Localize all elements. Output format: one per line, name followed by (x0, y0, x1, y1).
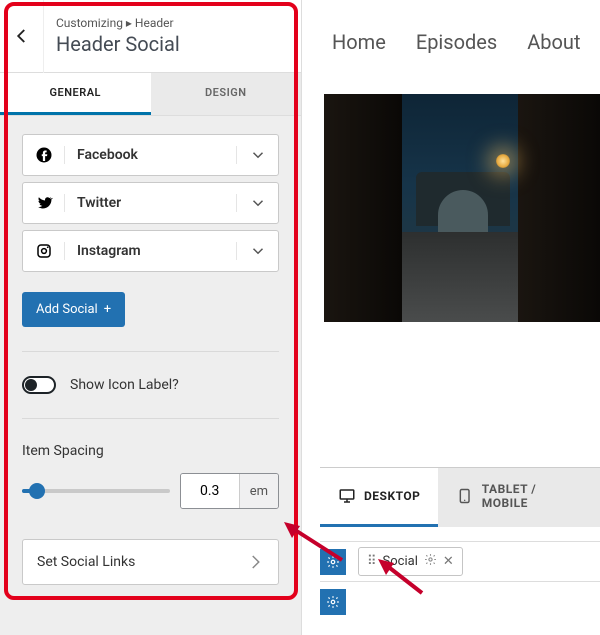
twitter-icon (23, 194, 65, 212)
social-row-twitter[interactable]: Twitter (22, 182, 279, 224)
drag-handle-icon[interactable]: ⠿ (367, 554, 377, 569)
divider (22, 418, 279, 419)
device-tabs: DESKTOP TABLET / MOBILE (320, 468, 600, 527)
nav-home[interactable]: Home (332, 30, 386, 54)
divider (22, 351, 279, 352)
chevron-down-icon (249, 146, 267, 164)
facebook-icon (23, 146, 65, 164)
builder-item-social[interactable]: ⠿ Social ✕ (358, 547, 463, 576)
nav-episodes[interactable]: Episodes (416, 30, 497, 54)
site-nav: Home Episodes About C (302, 0, 600, 84)
expand-button[interactable] (236, 146, 278, 164)
item-spacing-label: Item Spacing (22, 443, 279, 459)
show-icon-label-text: Show Icon Label? (70, 377, 179, 393)
device-tab-desktop-label: DESKTOP (364, 489, 420, 503)
social-label: Facebook (65, 147, 236, 163)
expand-button[interactable] (236, 194, 278, 212)
item-spacing-slider[interactable] (22, 489, 170, 493)
hero-road (402, 232, 518, 322)
device-tab-tablet-label: TABLET / MOBILE (482, 482, 582, 510)
social-row-facebook[interactable]: Facebook (22, 134, 279, 176)
close-icon[interactable]: ✕ (443, 554, 454, 569)
customizer-panel: Customizing ▸ Header Header Social GENER… (0, 0, 302, 635)
device-tab-tablet[interactable]: TABLET / MOBILE (438, 468, 600, 527)
page-title: Header Social (56, 32, 180, 56)
set-social-links-button[interactable]: Set Social Links (22, 539, 279, 585)
item-spacing-unit[interactable]: em (239, 474, 278, 508)
item-spacing-number: em (180, 473, 279, 509)
hero-building-right (518, 94, 600, 322)
panel-header: Customizing ▸ Header Header Social (0, 0, 301, 73)
toggle-knob (25, 379, 37, 391)
gear-icon (326, 555, 340, 569)
desktop-icon (338, 487, 356, 505)
nav-about[interactable]: About (527, 30, 580, 54)
chevron-right-icon (246, 553, 264, 571)
gear-icon[interactable] (424, 553, 437, 570)
add-social-label: Add Social (36, 302, 98, 317)
hero-image (324, 94, 600, 322)
builder-item-label: Social (383, 554, 418, 569)
item-spacing-input[interactable] (181, 474, 239, 508)
row-settings-button[interactable] (320, 549, 346, 575)
show-icon-label-row: Show Icon Label? (22, 376, 279, 394)
breadcrumb: Customizing ▸ Header (56, 16, 180, 30)
slider-thumb[interactable] (29, 483, 45, 499)
hero-building-left (324, 94, 402, 322)
gear-icon (326, 595, 340, 609)
tab-general[interactable]: GENERAL (0, 73, 151, 115)
tablet-icon (456, 487, 473, 505)
back-button[interactable] (0, 0, 44, 73)
instagram-icon (23, 242, 65, 260)
builder-body: ⠿ Social ✕ (320, 527, 600, 621)
builder-row-top[interactable]: ⠿ Social ✕ (320, 541, 600, 581)
social-row-instagram[interactable]: Instagram (22, 230, 279, 272)
show-icon-label-toggle[interactable] (22, 376, 56, 394)
row-settings-button[interactable] (320, 589, 346, 615)
chevron-left-icon (13, 27, 31, 45)
panel-tabs: GENERAL DESIGN (0, 73, 301, 116)
social-label: Instagram (65, 243, 236, 259)
set-social-links-label: Set Social Links (37, 554, 135, 570)
plus-icon: + (104, 302, 111, 317)
chevron-down-icon (249, 194, 267, 212)
chevron-down-icon (249, 242, 267, 260)
hero-arch (416, 172, 510, 226)
social-label: Twitter (65, 195, 236, 211)
device-tab-desktop[interactable]: DESKTOP (320, 468, 438, 527)
item-spacing-control: em (22, 473, 279, 509)
hero-lamp (496, 154, 510, 168)
builder-row-mid[interactable] (320, 581, 600, 621)
header-text: Customizing ▸ Header Header Social (44, 6, 192, 66)
expand-button[interactable] (236, 242, 278, 260)
add-social-button[interactable]: Add Social + (22, 292, 125, 327)
tab-design[interactable]: DESIGN (151, 73, 302, 115)
header-builder: DESKTOP TABLET / MOBILE ⠿ Social ✕ (320, 467, 600, 621)
panel-body: Facebook Twitter Instagram Add Social + … (0, 116, 301, 603)
